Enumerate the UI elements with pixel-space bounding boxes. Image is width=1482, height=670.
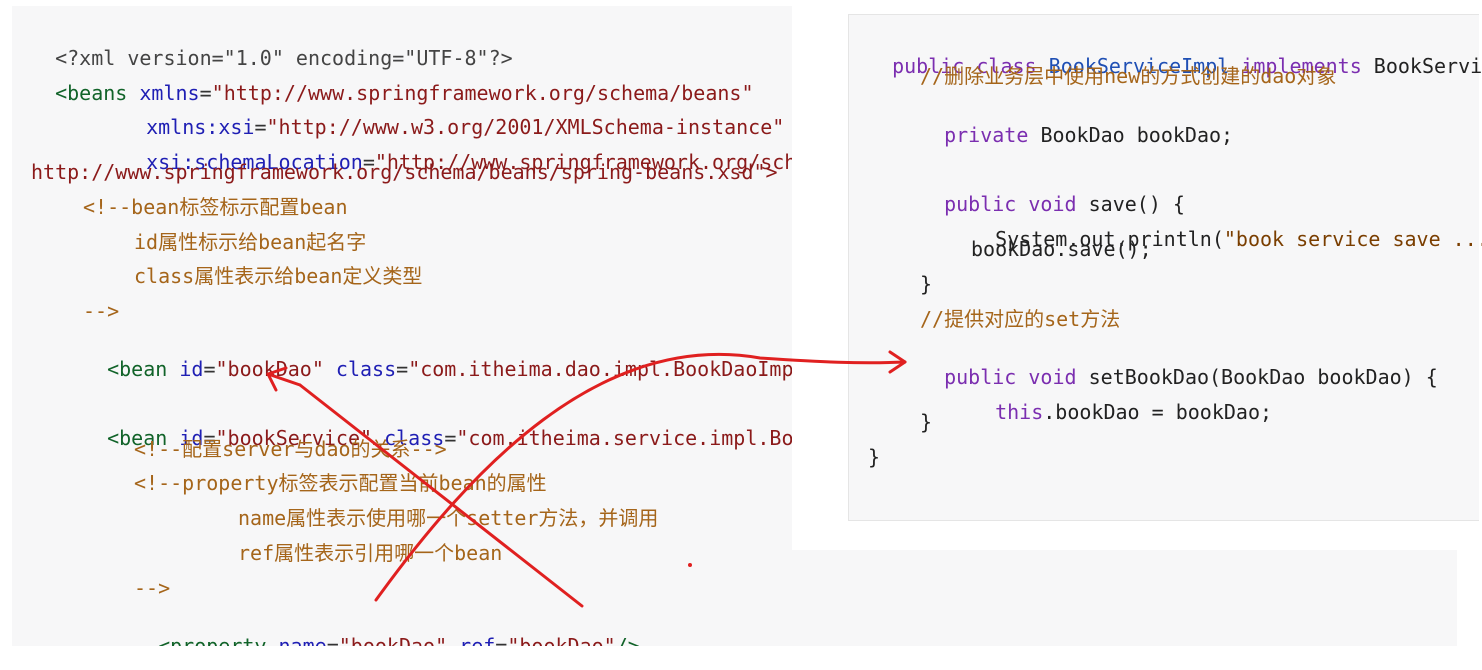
- comment-close-2: -->: [134, 576, 171, 600]
- comment-ref-attr: ref属性表示引用哪一个bean: [238, 541, 503, 565]
- comment-bean-tag: <!--bean标签标示配置bean: [83, 195, 348, 219]
- comment-class-attr: class属性表示给bean定义类型: [134, 264, 423, 288]
- this-assignment-line: this.bookDao = bookDao;: [995, 400, 1273, 424]
- comment-relation: <!--配置server与dao的关系-->: [134, 437, 447, 461]
- java-code-panel: [848, 14, 1479, 521]
- comment-id-attr: id属性标示给bean起名字: [134, 230, 367, 254]
- comment-name-attr: name属性表示使用哪一个setter方法，并调用: [238, 506, 659, 530]
- comment-property-tag: <!--property标签表示配置当前bean的属性: [134, 471, 547, 495]
- bean-bookdao-line: <bean id="bookDao" class="com.itheima.da…: [107, 357, 842, 381]
- save-close-brace: }: [920, 272, 933, 296]
- comment-set-method: //提供对应的set方法: [920, 307, 1121, 331]
- comment-remove-new: //删除业务层中使用new的方式创建的dao对象: [920, 64, 1337, 88]
- class-close-brace: }: [868, 445, 881, 469]
- schema-url-line: http://www.springframework.org/schema/be…: [31, 160, 778, 184]
- field-bookdao-line: private BookDao bookDao;: [944, 123, 1234, 147]
- bookdao-save-line: bookDao.save();: [971, 237, 1152, 261]
- setter-close-brace: }: [920, 410, 933, 434]
- panel-bottom-gap: [12, 646, 1457, 670]
- comment-close: -->: [83, 299, 120, 323]
